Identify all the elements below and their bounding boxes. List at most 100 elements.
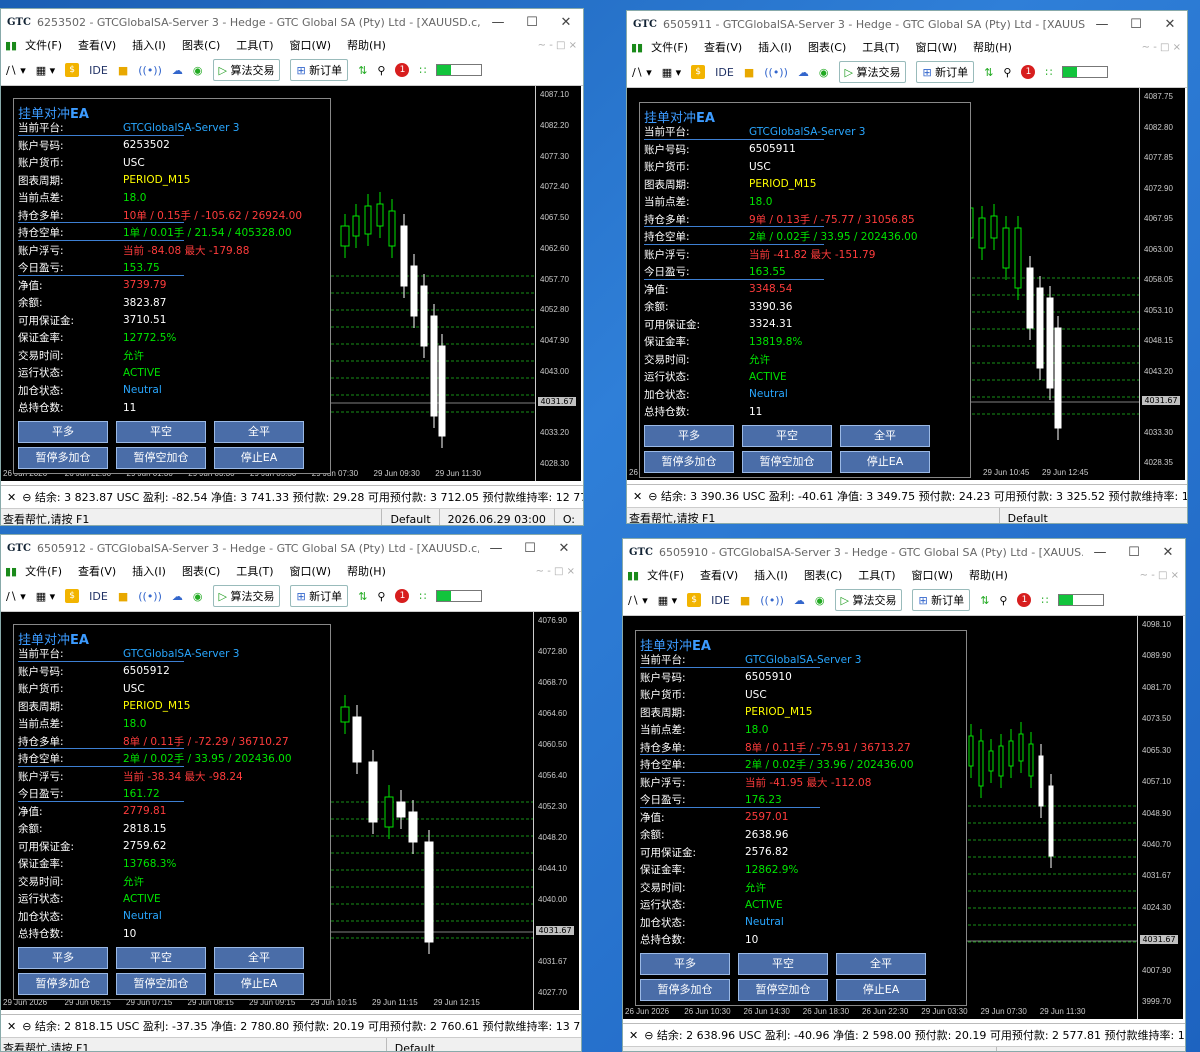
menu-item[interactable]: 文件(F): [25, 37, 62, 53]
close-icon[interactable]: ✕: [549, 15, 583, 30]
signal-icon[interactable]: ((•)): [760, 594, 784, 607]
child-window-controls[interactable]: ∼ - □ ×: [536, 566, 575, 577]
dollar-icon[interactable]: $: [65, 63, 80, 77]
menu-item[interactable]: 查看(V): [78, 563, 116, 579]
profile-name[interactable]: Default: [381, 509, 438, 525]
close-icon[interactable]: ✕: [1153, 17, 1187, 32]
child-window-controls[interactable]: ∼ - □ ×: [1140, 570, 1179, 581]
close-all-button[interactable]: 全平: [836, 952, 926, 975]
close-long-button[interactable]: 平多: [18, 946, 108, 969]
menu-item[interactable]: 文件(F): [25, 563, 62, 579]
close-toolbox-icon[interactable]: ✕: [633, 490, 642, 503]
menu-item[interactable]: 图表(C): [804, 567, 842, 583]
pause-short-add-button[interactable]: 暂停空加仓: [742, 450, 832, 473]
menu-item[interactable]: 图表(C): [808, 39, 846, 55]
search-icon[interactable]: ⚲: [377, 590, 385, 603]
close-toolbox-icon[interactable]: ✕: [7, 491, 16, 504]
pause-short-add-button[interactable]: 暂停空加仓: [738, 978, 828, 1001]
depth-icon[interactable]: ⇅: [980, 594, 989, 607]
menu-item[interactable]: 窗口(W): [290, 37, 331, 53]
close-icon[interactable]: ✕: [547, 541, 581, 556]
menu-item[interactable]: 图表(C): [182, 563, 220, 579]
notification-badge[interactable]: 1: [1017, 593, 1032, 607]
minimize-icon[interactable]: —: [1083, 545, 1117, 560]
menu-item[interactable]: 帮助(H): [973, 39, 1012, 55]
close-short-button[interactable]: 平空: [116, 420, 206, 443]
search-icon[interactable]: ⚲: [377, 64, 385, 77]
vps-icon[interactable]: ◉: [193, 64, 203, 77]
algo-trading-button[interactable]: ▷ 算法交易: [838, 61, 907, 83]
menu-item[interactable]: 帮助(H): [969, 567, 1008, 583]
menu-item[interactable]: 查看(V): [704, 39, 742, 55]
chart-type-icon[interactable]: ∕∖ ▾: [632, 66, 652, 79]
menu-item[interactable]: 窗口(W): [912, 567, 953, 583]
close-long-button[interactable]: 平多: [18, 420, 108, 443]
close-all-button[interactable]: 全平: [214, 946, 304, 969]
menu-item[interactable]: 文件(F): [647, 567, 684, 583]
menu-item[interactable]: 窗口(W): [290, 563, 331, 579]
stop-ea-button[interactable]: 停止EA: [214, 446, 304, 469]
profile-name[interactable]: Default: [998, 508, 1056, 523]
close-short-button[interactable]: 平空: [116, 946, 206, 969]
notification-badge[interactable]: 1: [395, 589, 410, 603]
maximize-icon[interactable]: ☐: [513, 541, 547, 556]
close-all-button[interactable]: 全平: [840, 424, 930, 447]
ide-button[interactable]: IDE: [89, 590, 108, 603]
title-bar[interactable]: GTC 6505910 - GTCGlobalSA-Server 3 - Hed…: [623, 539, 1185, 565]
menu-item[interactable]: 文件(F): [651, 39, 688, 55]
maximize-icon[interactable]: ☐: [1117, 545, 1151, 560]
pause-long-add-button[interactable]: 暂停多加仓: [640, 978, 730, 1001]
pause-long-add-button[interactable]: 暂停多加仓: [18, 972, 108, 995]
menu-item[interactable]: 工具(T): [236, 563, 273, 579]
pause-long-add-button[interactable]: 暂停多加仓: [644, 450, 734, 473]
signal-icon[interactable]: ((•)): [138, 64, 162, 77]
pause-short-add-button[interactable]: 暂停空加仓: [116, 972, 206, 995]
minimize-icon[interactable]: —: [481, 15, 515, 30]
title-bar[interactable]: GTC 6505912 - GTCGlobalSA-Server 3 - Hed…: [1, 535, 581, 561]
child-window-controls[interactable]: ∼ - □ ×: [538, 40, 577, 51]
menu-item[interactable]: 插入(I): [754, 567, 788, 583]
stop-ea-button[interactable]: 停止EA: [840, 450, 930, 473]
close-short-button[interactable]: 平空: [742, 424, 832, 447]
maximize-icon[interactable]: ☐: [515, 15, 549, 30]
title-bar[interactable]: GTC 6505911 - GTCGlobalSA-Server 3 - Hed…: [627, 11, 1187, 37]
vps-icon[interactable]: ◉: [819, 66, 829, 79]
minimize-icon[interactable]: —: [1085, 17, 1119, 32]
new-order-button[interactable]: ⊞ 新订单: [290, 585, 349, 607]
vps-icon[interactable]: ◉: [193, 590, 203, 603]
chart-area[interactable]: 4076.90 4072.80 4068.70 4064.60 4060.50 4056.…: [1, 612, 579, 1010]
menu-icon[interactable]: ▮▮: [631, 41, 643, 54]
algo-trading-button[interactable]: ▷ 算法交易: [834, 589, 903, 611]
new-order-button[interactable]: ⊞ 新订单: [912, 589, 971, 611]
signal-icon[interactable]: ((•)): [138, 590, 162, 603]
menu-item[interactable]: 帮助(H): [347, 37, 386, 53]
price-axis[interactable]: 4087.75 4082.80 4077.85 4072.90 4067.95 4063.…: [1139, 88, 1185, 480]
dollar-icon[interactable]: $: [691, 65, 706, 79]
close-toolbox-icon[interactable]: ✕: [7, 1020, 16, 1033]
lock-icon[interactable]: ■: [740, 594, 750, 607]
depth-icon[interactable]: ⇅: [984, 66, 993, 79]
ide-button[interactable]: IDE: [711, 594, 730, 607]
menu-item[interactable]: 查看(V): [700, 567, 738, 583]
stop-ea-button[interactable]: 停止EA: [836, 978, 926, 1001]
vps-icon[interactable]: ◉: [815, 594, 825, 607]
lock-icon[interactable]: ■: [744, 66, 754, 79]
ide-button[interactable]: IDE: [89, 64, 108, 77]
ide-button[interactable]: IDE: [715, 66, 734, 79]
chart-area[interactable]: 4098.10 4089.90 4081.70 4073.50 4065.30 4057.…: [623, 616, 1183, 1019]
menu-icon[interactable]: ▮▮: [627, 569, 639, 582]
menu-item[interactable]: 工具(T): [236, 37, 273, 53]
dollar-icon[interactable]: $: [687, 593, 702, 607]
cloud-icon[interactable]: ☁: [798, 66, 809, 79]
menu-item[interactable]: 窗口(W): [916, 39, 957, 55]
chart-type-icon[interactable]: ∕∖ ▾: [6, 64, 26, 77]
menu-item[interactable]: 工具(T): [862, 39, 899, 55]
minimize-icon[interactable]: —: [479, 541, 513, 556]
price-axis[interactable]: 4087.10 4082.20 4077.30 4072.40 4067.50 4062.…: [535, 86, 581, 481]
chart-type-icon[interactable]: ∕∖ ▾: [6, 590, 26, 603]
search-icon[interactable]: ⚲: [999, 594, 1007, 607]
menu-item[interactable]: 插入(I): [758, 39, 792, 55]
signal-icon[interactable]: ((•)): [764, 66, 788, 79]
cloud-icon[interactable]: ☁: [172, 590, 183, 603]
new-order-button[interactable]: ⊞ 新订单: [916, 61, 975, 83]
